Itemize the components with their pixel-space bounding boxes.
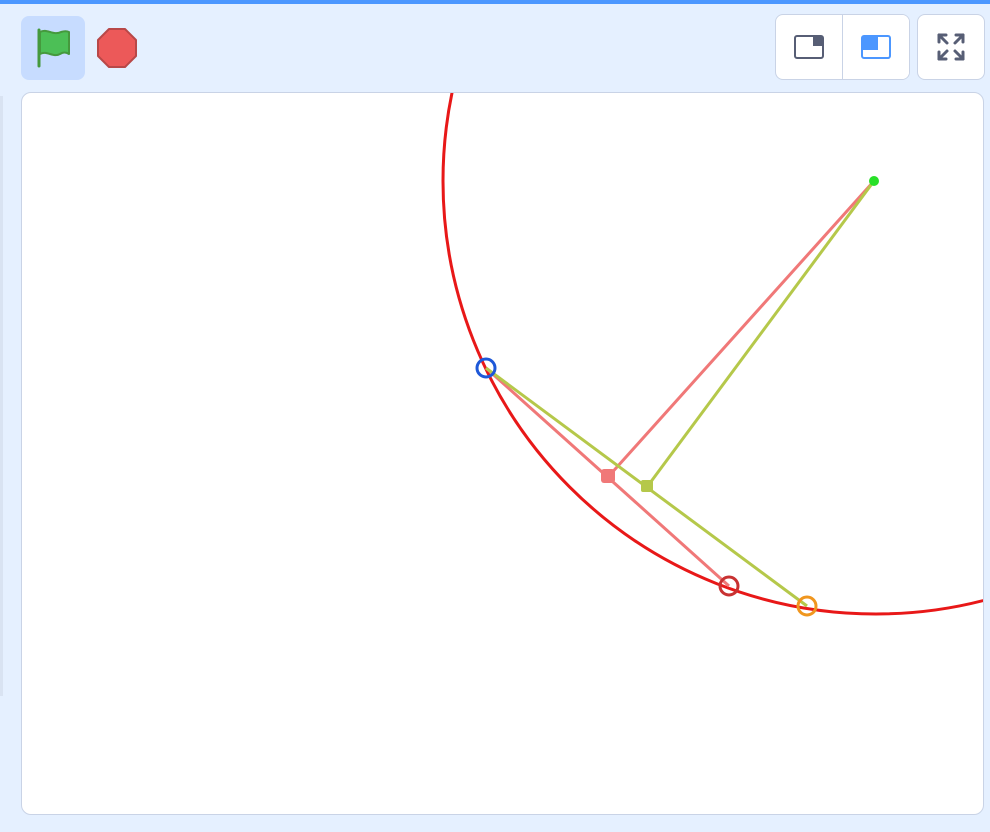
large-stage-icon bbox=[861, 35, 891, 59]
green-flag-icon bbox=[37, 28, 70, 68]
fullscreen-icon bbox=[937, 33, 965, 61]
left-panel-edge bbox=[0, 96, 3, 696]
fullscreen-button[interactable] bbox=[917, 14, 985, 80]
small-stage-button[interactable] bbox=[776, 15, 843, 79]
stop-button[interactable] bbox=[95, 26, 139, 70]
olive-midpoint bbox=[641, 480, 653, 492]
salmon-midpoint bbox=[601, 469, 615, 483]
stage-size-toggle bbox=[775, 14, 910, 80]
green-flag-button[interactable] bbox=[21, 16, 85, 80]
green-center-point bbox=[869, 176, 879, 186]
stop-icon bbox=[97, 28, 137, 68]
top-accent-line bbox=[0, 0, 990, 4]
olive-line-to-center bbox=[645, 180, 876, 488]
stage-canvas[interactable] bbox=[21, 92, 984, 815]
run-controls bbox=[21, 16, 139, 80]
salmon-line-to-center bbox=[606, 179, 876, 479]
stage-drawing bbox=[441, 93, 983, 617]
large-stage-button[interactable] bbox=[843, 15, 909, 79]
small-stage-icon bbox=[794, 35, 824, 59]
